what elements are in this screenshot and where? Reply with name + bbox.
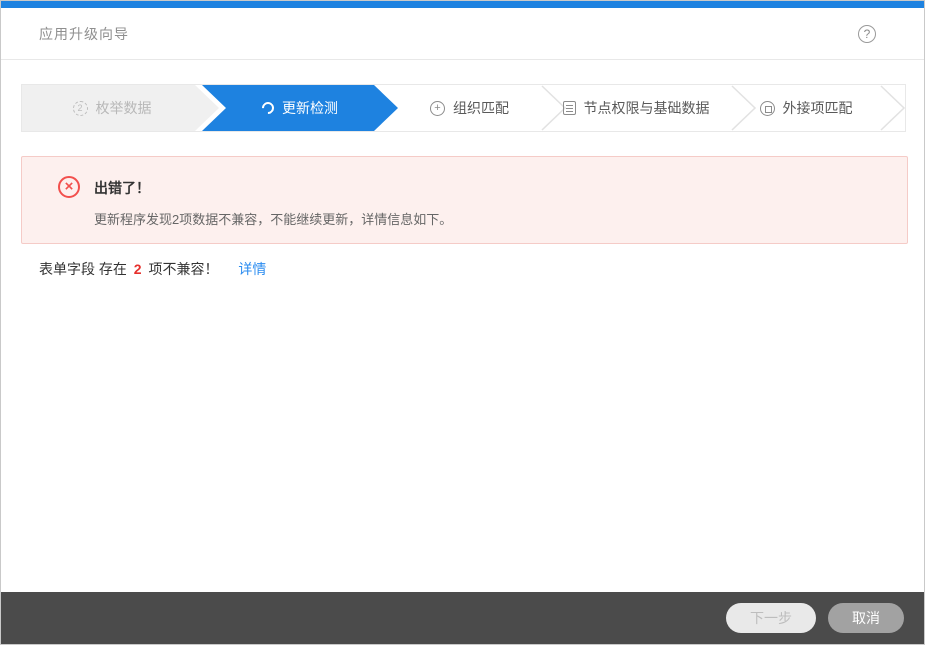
error-text-column: 出错了！ 更新程序发现2项数据不兼容，不能继续更新，详情信息如下。 [80,157,452,243]
top-accent-bar [1,1,924,8]
node-perms-icon [562,101,576,115]
step-label: 枚举数据 [95,100,152,116]
help-icon[interactable]: ? [858,24,876,43]
step-label: 更新检测 [282,100,338,116]
error-circle-x-icon: × [58,176,80,198]
cancel-button[interactable]: 取消 [828,603,904,633]
tab-step-org-match[interactable]: + 组织匹配 [398,85,541,131]
external-match-icon [759,100,775,116]
result-prefix: 表单字段 存在 [39,261,127,277]
enum-data-icon: 2 [72,100,88,116]
incompatible-count: 2 [133,261,142,277]
wizard-header: 应用升级向导 ? [1,8,924,60]
step-label: 外接项匹配 [782,100,853,116]
org-match-icon: + [430,100,445,116]
error-icon-column: × [22,157,80,243]
tab-step-node-perms[interactable]: 节点权限与基础数据 [541,85,731,131]
error-title: 出错了！ [94,180,150,196]
wizard-stepper: 2 枚举数据 更新检测 + 组织匹配 节点权限与基础数据 外接项匹配 [21,84,906,132]
incompatible-result-line: 表单字段 存在 2 项不兼容！ 详情 [39,259,266,279]
step-label: 节点权限与基础数据 [583,100,710,116]
step-label: 组织匹配 [453,100,509,116]
result-suffix: 项不兼容！ [148,261,219,277]
tab-step-external-match[interactable]: 外接项匹配 [731,85,881,131]
refresh-icon [259,99,277,117]
tab-step-enum-data[interactable]: 2 枚举数据 [22,85,202,131]
app-upgrade-wizard-window: 应用升级向导 ? 2 枚举数据 更新检测 + 组织匹配 节点权限与基础数据 外接… [0,0,925,645]
details-link[interactable]: 详情 [238,261,266,277]
step-chevron-divider [880,85,906,131]
tab-step-update-check[interactable]: 更新检测 [226,85,374,131]
error-banner: × 出错了！ 更新程序发现2项数据不兼容，不能继续更新，详情信息如下。 [21,156,908,244]
error-message: 更新程序发现2项数据不兼容，不能继续更新，详情信息如下。 [94,212,453,227]
next-step-button[interactable]: 下一步 [726,603,816,633]
footer-action-bar: 下一步 取消 [1,592,924,644]
page-title: 应用升级向导 [39,25,129,42]
